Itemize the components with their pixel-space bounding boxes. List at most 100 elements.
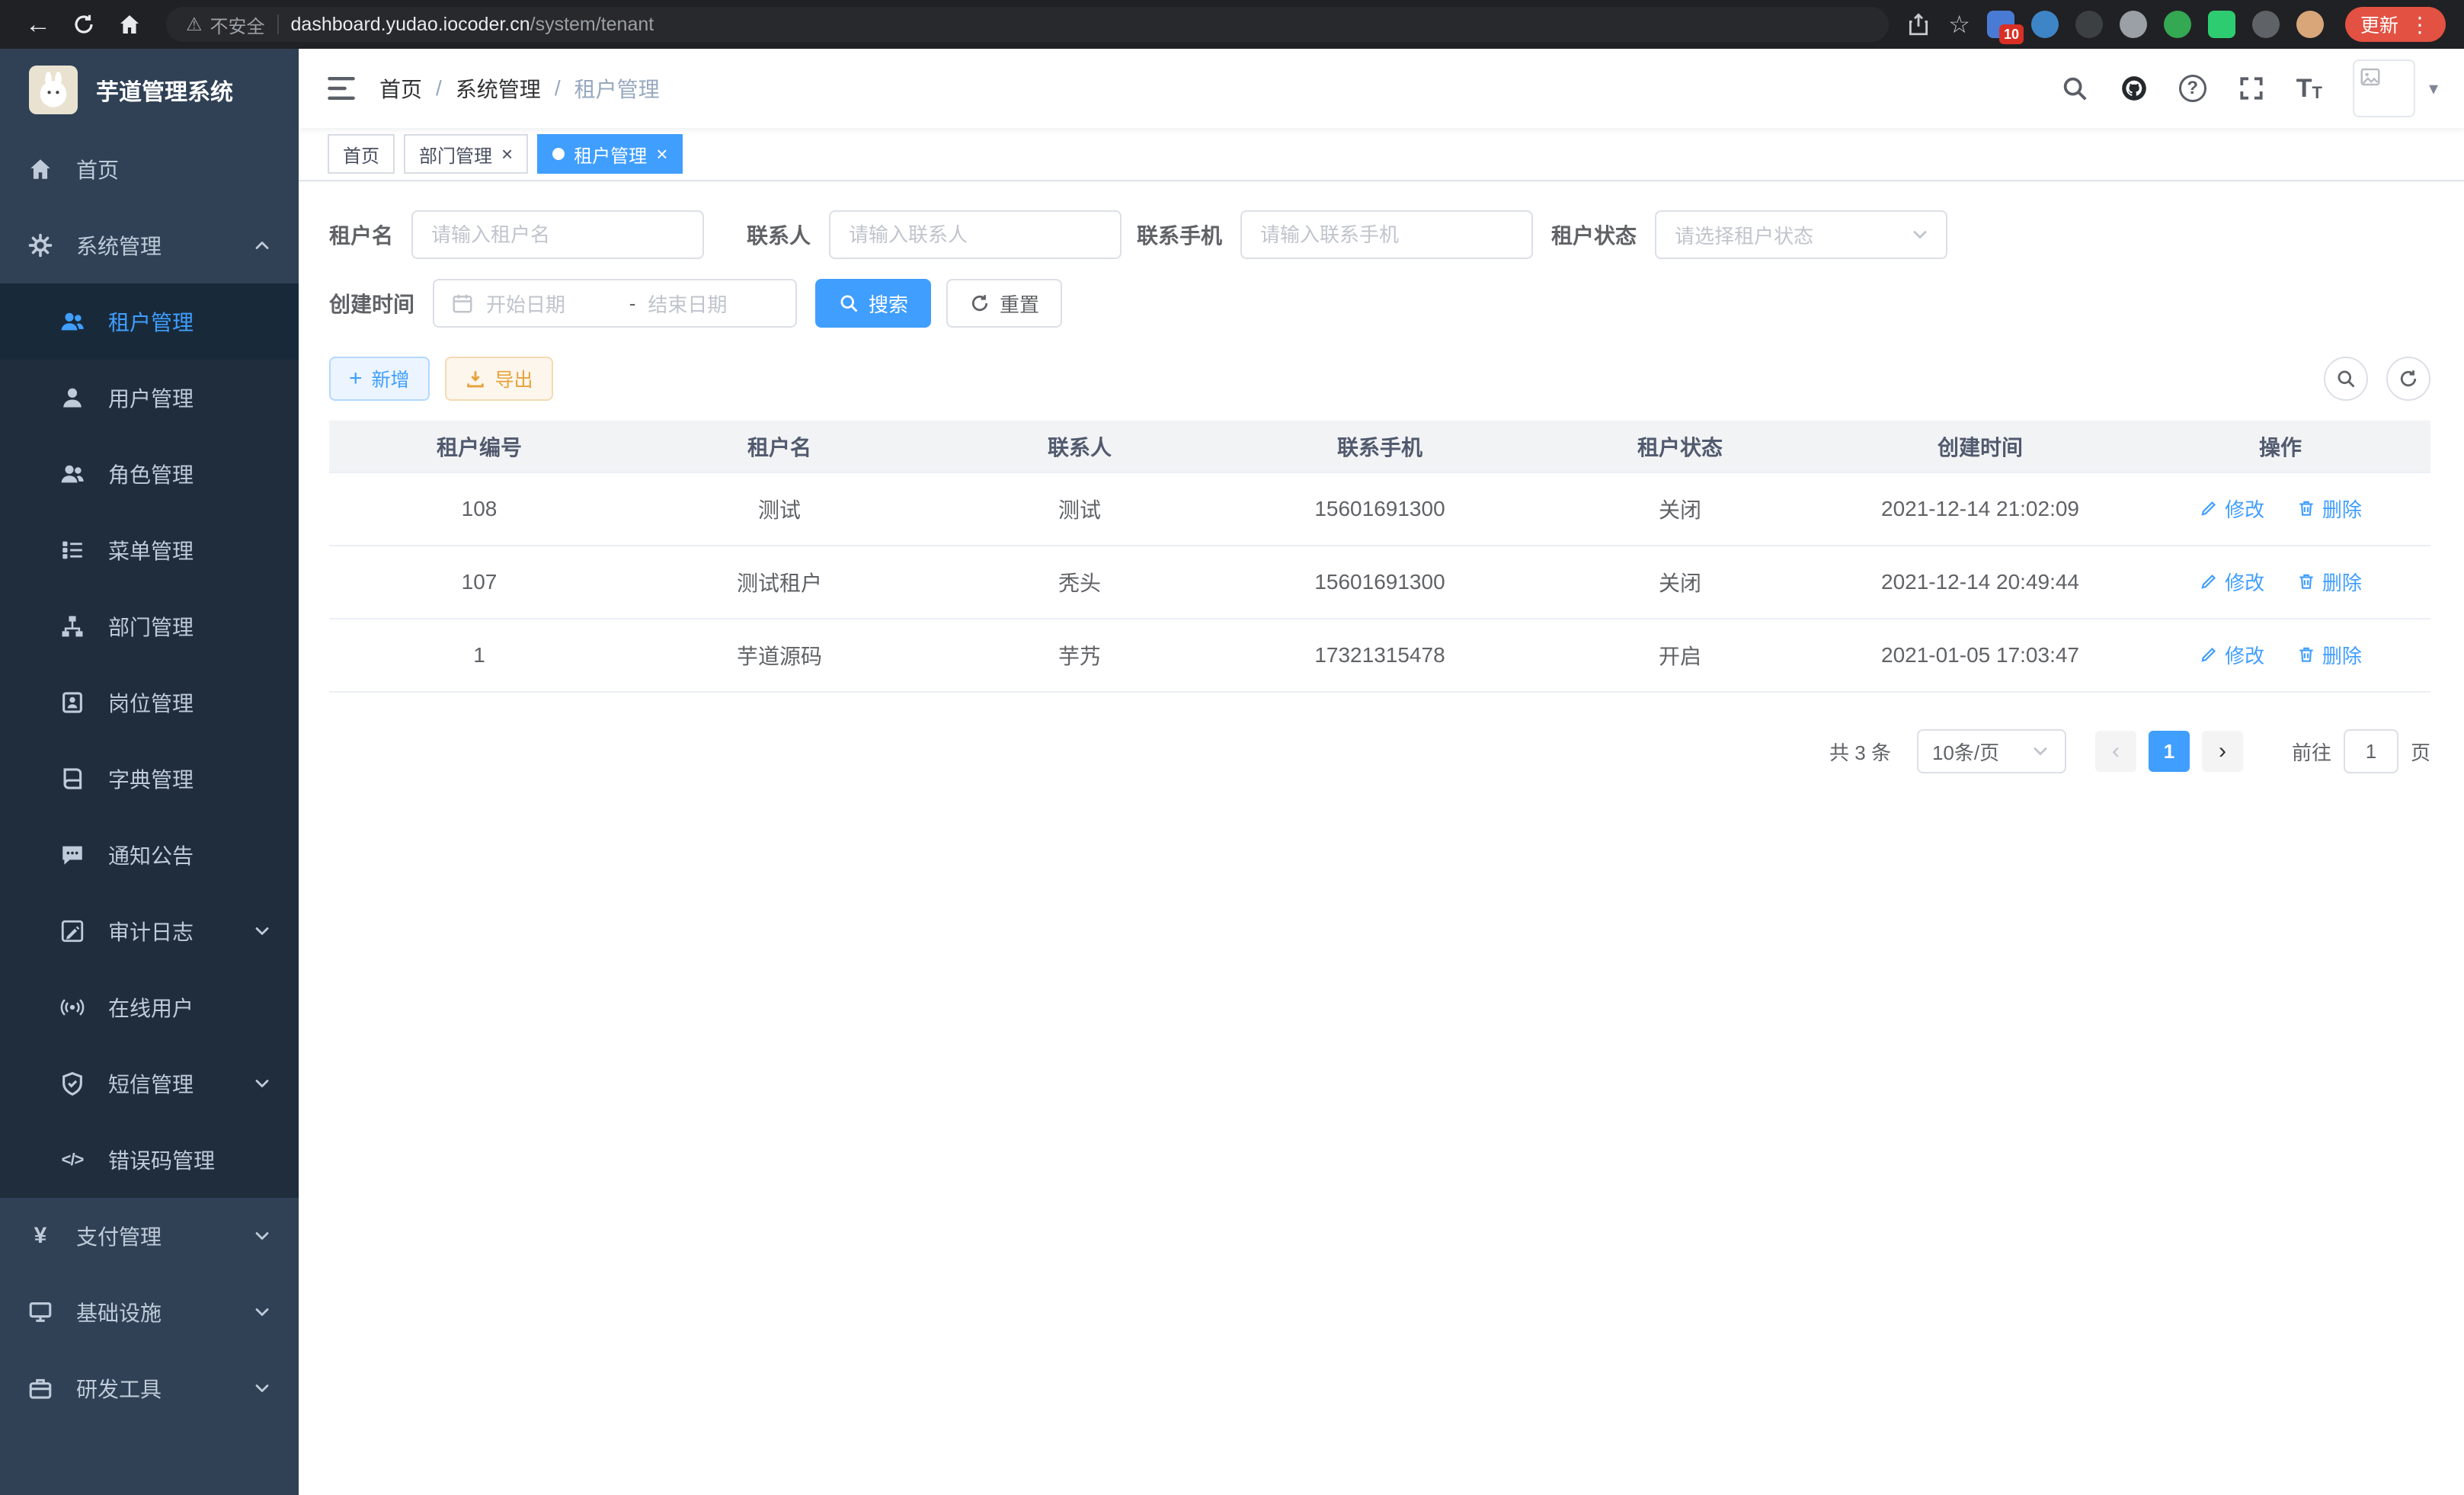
- briefcase-icon: [27, 1375, 53, 1401]
- chevron-down-icon: [2030, 741, 2051, 762]
- sidebar-item-payment[interactable]: ¥ 支付管理: [0, 1198, 299, 1274]
- github-icon[interactable]: [2120, 74, 2149, 103]
- chevron-down-icon: [251, 1073, 273, 1094]
- browser-reload-button[interactable]: [64, 5, 104, 44]
- table-row: 1 芋道源码 芋艿 17321315478 开启 2021-01-05 17:0…: [329, 619, 2430, 692]
- tab-tenant[interactable]: 租户管理 ×: [537, 134, 683, 174]
- shield-icon: [59, 1071, 85, 1096]
- sidebar-item-dept[interactable]: 部门管理: [0, 588, 299, 664]
- tab-dept[interactable]: 部门管理 ×: [404, 134, 528, 174]
- contact-label: 联系人: [747, 219, 811, 250]
- mobile-input[interactable]: [1240, 210, 1533, 259]
- sidebar-item-online-user[interactable]: 在线用户: [0, 969, 299, 1045]
- font-size-icon[interactable]: TT: [2296, 75, 2322, 101]
- browser-profile-avatar[interactable]: [2296, 11, 2324, 38]
- next-page-button[interactable]: ›: [2202, 731, 2243, 772]
- top-navbar: 首页 / 系统管理 / 租户管理 ? TT ▾: [299, 49, 2464, 128]
- sidebar-item-system[interactable]: 系统管理: [0, 207, 299, 283]
- page-content: 租户名 联系人 联系手机 租户状态 请选择租户状态 创建时间 开始日期 -: [299, 181, 2464, 1495]
- chevron-down-icon: [251, 1378, 273, 1399]
- sidebar-item-sms[interactable]: 短信管理: [0, 1045, 299, 1122]
- reset-button[interactable]: 重置: [946, 279, 1062, 328]
- delete-button[interactable]: 删除: [2296, 641, 2362, 669]
- extension-icon[interactable]: 10: [1987, 11, 2014, 38]
- address-bar[interactable]: ⚠ 不安全 dashboard.yudao.iocoder.cn/system/…: [166, 7, 1889, 42]
- sidebar-item-post[interactable]: 岗位管理: [0, 664, 299, 741]
- warning-icon: ⚠: [186, 14, 203, 36]
- column-header: 联系人: [930, 421, 1230, 472]
- edit-button[interactable]: 修改: [2199, 568, 2264, 596]
- column-header: 租户名: [629, 421, 930, 472]
- edit-button[interactable]: 修改: [2199, 495, 2264, 523]
- list-icon: [59, 537, 85, 563]
- extension-icon[interactable]: [2208, 11, 2235, 38]
- breadcrumb-system[interactable]: 系统管理: [456, 73, 541, 104]
- sidebar-item-tenant[interactable]: 租户管理: [0, 283, 299, 360]
- signal-icon: [59, 994, 85, 1020]
- security-label[interactable]: 不安全: [210, 11, 265, 38]
- browser-home-button[interactable]: [110, 5, 149, 44]
- browser-toolbar: ← ⚠ 不安全 dashboard.yudao.iocoder.cn/syste…: [0, 0, 2464, 49]
- extensions-puzzle-icon[interactable]: [2252, 11, 2280, 38]
- tenant-name-input[interactable]: [411, 210, 704, 259]
- tenant-table: 租户编号 租户名 联系人 联系手机 租户状态 创建时间 操作 108 测试 测试: [329, 421, 2430, 693]
- fullscreen-icon[interactable]: [2237, 74, 2266, 103]
- add-button[interactable]: + 新增: [329, 357, 430, 401]
- chrome-menu-icon[interactable]: ⋮: [2409, 12, 2430, 37]
- status-select[interactable]: 请选择租户状态: [1655, 210, 1947, 259]
- delete-button[interactable]: 删除: [2296, 568, 2362, 596]
- sidebar-item-notice[interactable]: 通知公告: [0, 817, 299, 893]
- bookmark-star-icon[interactable]: ☆: [1948, 12, 1970, 37]
- tab-home[interactable]: 首页: [328, 134, 395, 174]
- calendar-icon: [451, 292, 474, 315]
- extension-icon[interactable]: [2164, 11, 2191, 38]
- caret-down-icon[interactable]: ▾: [2429, 78, 2438, 100]
- sidebar-item-home[interactable]: 首页: [0, 131, 299, 207]
- message-icon: [59, 842, 85, 868]
- sidebar-item-devtools[interactable]: 研发工具: [0, 1350, 299, 1426]
- search-icon[interactable]: [2060, 74, 2089, 103]
- refresh-table-button[interactable]: [2386, 357, 2430, 401]
- column-header: 租户编号: [329, 421, 629, 472]
- sidebar-item-role[interactable]: 角色管理: [0, 436, 299, 512]
- sidebar-collapse-button[interactable]: [325, 72, 358, 105]
- sidebar-item-user[interactable]: 用户管理: [0, 360, 299, 436]
- share-icon[interactable]: [1906, 11, 1931, 37]
- id-badge-icon: [59, 690, 85, 715]
- column-header: 创建时间: [1830, 421, 2130, 472]
- close-icon[interactable]: ×: [656, 144, 667, 164]
- sidebar-item-audit-log[interactable]: 审计日志: [0, 893, 299, 969]
- extension-icon[interactable]: [2031, 11, 2059, 38]
- app-logo-row: 芋道管理系统: [0, 49, 299, 131]
- tags-view-bar: 首页 部门管理 × 租户管理 ×: [299, 128, 2464, 181]
- edit-button[interactable]: 修改: [2199, 641, 2264, 669]
- contact-input[interactable]: [829, 210, 1122, 259]
- page-size-select[interactable]: 10条/页: [1917, 729, 2066, 773]
- sidebar-item-menu[interactable]: 菜单管理: [0, 512, 299, 588]
- toggle-search-button[interactable]: [2324, 357, 2368, 401]
- goto-page-input[interactable]: [2344, 729, 2398, 773]
- chrome-update-button[interactable]: 更新 ⋮: [2345, 7, 2446, 42]
- sidebar-item-error-code[interactable]: </> 错误码管理: [0, 1122, 299, 1198]
- sidebar-item-dict[interactable]: 字典管理: [0, 741, 299, 817]
- chevron-down-icon: [1909, 224, 1931, 245]
- extension-icon[interactable]: [2120, 11, 2147, 38]
- user-avatar[interactable]: [2353, 59, 2415, 117]
- prev-page-button[interactable]: ‹: [2095, 731, 2136, 772]
- total-count: 共 3 条: [1829, 738, 1891, 766]
- create-time-range-picker[interactable]: 开始日期 - 结束日期: [433, 279, 797, 328]
- page-unit-label: 页: [2411, 738, 2430, 766]
- delete-button[interactable]: 删除: [2296, 495, 2362, 523]
- close-icon[interactable]: ×: [501, 144, 513, 164]
- help-icon[interactable]: ?: [2179, 75, 2206, 102]
- chevron-down-icon: [251, 1225, 273, 1247]
- extension-icon[interactable]: [2075, 11, 2103, 38]
- page-1-button[interactable]: 1: [2149, 731, 2190, 772]
- breadcrumb: 首页 / 系统管理 / 租户管理: [379, 73, 660, 104]
- export-button[interactable]: 导出: [445, 357, 553, 401]
- browser-back-button[interactable]: ←: [18, 5, 58, 44]
- home-icon: [27, 156, 53, 182]
- search-button[interactable]: 搜索: [815, 279, 931, 328]
- sidebar-item-infra[interactable]: 基础设施: [0, 1274, 299, 1350]
- breadcrumb-home[interactable]: 首页: [379, 73, 422, 104]
